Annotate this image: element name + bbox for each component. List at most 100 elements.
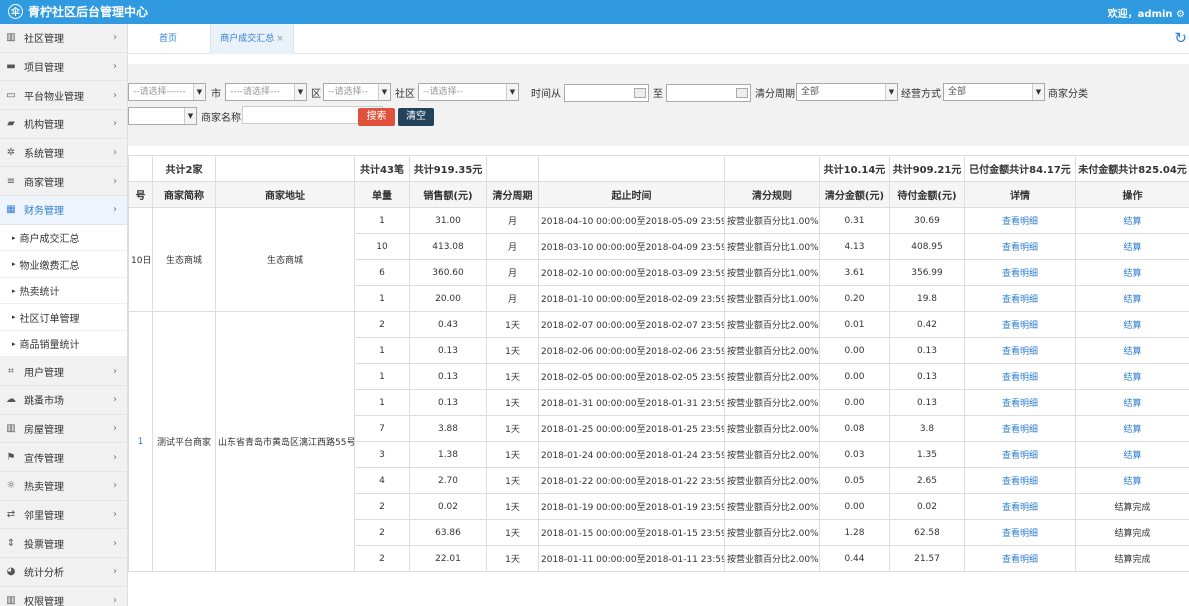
detail-link[interactable]: 查看明细 <box>964 441 1076 468</box>
detail-link[interactable]: 查看明细 <box>964 311 1076 338</box>
detail-link[interactable]: 查看明细 <box>964 233 1076 260</box>
filter-panel: --请选择------ ▼ 市 ----请选择--- ▼ 区 --请选择-- ▼ 社区… <box>128 64 1189 146</box>
chevron-right-icon: › <box>113 61 117 73</box>
chevron-right-icon: › <box>113 595 117 606</box>
calendar-icon[interactable] <box>634 88 646 98</box>
action-link[interactable]: 结算 <box>1075 415 1189 442</box>
order-count: 4 <box>354 467 410 494</box>
chevron-right-icon: › <box>113 566 117 578</box>
merchant-name: 生态商城 <box>152 207 216 312</box>
detail-link[interactable]: 查看明细 <box>964 363 1076 390</box>
sidebar-item[interactable]: ▥ 权限管理 › <box>0 587 127 606</box>
summary-cell <box>215 155 355 182</box>
pending-amount: 2.65 <box>889 467 965 494</box>
action-link[interactable]: 结算 <box>1075 467 1189 494</box>
sidebar-item[interactable]: ▥ 社区管理 › <box>0 24 127 53</box>
chevron-right-icon: › <box>113 394 117 406</box>
sidebar-item[interactable]: ☁ 跳蚤市场 › <box>0 386 127 415</box>
summary-cell <box>724 155 820 182</box>
action-link[interactable]: 结算 <box>1075 389 1189 416</box>
sidebar-item[interactable]: ⇕ 投票管理 › <box>0 529 127 559</box>
province-select[interactable]: --请选择------ ▼ <box>128 83 206 101</box>
date-range: 2018-01-10 00:00:00至2018-02-09 23:59:59 <box>538 285 725 312</box>
clear-rule: 按营业额百分比2.00% <box>724 467 820 494</box>
sidebar-subitem[interactable]: ▸ 热卖统计 <box>0 277 127 305</box>
clear-rule: 按营业额百分比1.00% <box>724 285 820 312</box>
sales-amount: 0.13 <box>409 363 487 390</box>
sidebar-subitem[interactable]: ▸ 商品销量统计 <box>0 330 127 358</box>
sidebar-subitem[interactable]: ▸ 社区订单管理 <box>0 304 127 331</box>
action-link[interactable]: 结算 <box>1075 259 1189 286</box>
action-link[interactable]: 结算 <box>1075 285 1189 312</box>
tab-current[interactable]: 商户成交汇总 × <box>210 24 294 54</box>
leaf-icon: 伞 <box>8 4 23 19</box>
detail-link[interactable]: 查看明细 <box>964 259 1076 286</box>
sidebar-item[interactable]: ⚑ 宣传管理 › <box>0 443 127 473</box>
sidebar-item[interactable]: ▭ 平台物业管理 › <box>0 81 127 111</box>
name-label: 商家名称 <box>201 113 241 124</box>
detail-link[interactable]: 查看明细 <box>964 545 1076 572</box>
detail-link[interactable]: 查看明细 <box>964 389 1076 416</box>
summary-clear: 共计10.14元 <box>819 155 890 182</box>
sidebar-item[interactable]: ☼ 热卖管理 › <box>0 472 127 501</box>
refresh-icon[interactable]: ↻ <box>1174 29 1187 47</box>
detail-link[interactable]: 查看明细 <box>964 285 1076 312</box>
cog-icon: ✲ <box>6 147 16 159</box>
clear-rule: 按营业额百分比2.00% <box>724 545 820 572</box>
order-count: 1 <box>354 389 410 416</box>
action-link[interactable]: 结算 <box>1075 363 1189 390</box>
action-link[interactable]: 结算 <box>1075 233 1189 260</box>
sidebar-item[interactable]: ▦ 财务管理 › <box>0 196 127 225</box>
close-icon[interactable]: × <box>276 34 284 44</box>
cycle-select[interactable]: 全部 ▼ <box>796 83 898 101</box>
sidebar-item[interactable]: ⌗ 用户管理 › <box>0 357 127 386</box>
sales-amount: 0.43 <box>409 311 487 338</box>
time-from-input[interactable] <box>564 84 649 102</box>
sidebar-item[interactable]: ▬ 项目管理 › <box>0 53 127 82</box>
chevron-down-icon: ▼ <box>506 84 518 100</box>
detail-link[interactable]: 查看明细 <box>964 493 1076 520</box>
tab-bar: 首页 商户成交汇总 × ↻ <box>128 24 1189 54</box>
district-placeholder: --请选择-- <box>328 87 368 97</box>
sidebar-subitem[interactable]: ▸ 商户成交汇总 <box>0 224 127 252</box>
action-link[interactable]: 结算 <box>1075 207 1189 234</box>
detail-link[interactable]: 查看明细 <box>964 519 1076 546</box>
sidebar-item-label: 社区管理 <box>24 34 64 46</box>
column-header: 清分金额(元) <box>819 181 890 208</box>
detail-link[interactable]: 查看明细 <box>964 415 1076 442</box>
calendar-icon[interactable] <box>736 88 748 98</box>
action-link[interactable]: 结算 <box>1075 337 1189 364</box>
sidebar-item[interactable]: ▰ 机构管理 › <box>0 110 127 139</box>
action-link[interactable]: 结算 <box>1075 441 1189 468</box>
community-select[interactable]: --请选择-- ▼ <box>418 83 519 101</box>
sidebar-subitem-label: 物业缴费汇总 <box>19 260 80 272</box>
category-select[interactable]: ▼ <box>128 107 197 125</box>
district-select[interactable]: --请选择-- ▼ <box>323 83 391 101</box>
time-to-input[interactable] <box>666 84 751 102</box>
sales-amount: 2.70 <box>409 467 487 494</box>
tab-home[interactable]: 首页 <box>128 24 208 54</box>
action-link[interactable]: 结算 <box>1075 311 1189 338</box>
clear-button[interactable]: 清空 <box>398 108 434 126</box>
clear-cycle: 1天 <box>486 493 539 520</box>
sidebar-item[interactable]: ✲ 系统管理 › <box>0 139 127 168</box>
sidebar-item[interactable]: ⇄ 邻里管理 › <box>0 501 127 530</box>
detail-link[interactable]: 查看明细 <box>964 207 1076 234</box>
sidebar-item[interactable]: ≡ 商家管理 › <box>0 167 127 197</box>
detail-link[interactable]: 查看明细 <box>964 337 1076 364</box>
sales-amount: 31.00 <box>409 207 487 234</box>
detail-link[interactable]: 查看明细 <box>964 467 1076 494</box>
mode-select[interactable]: 全部 ▼ <box>943 83 1045 101</box>
action-link: 结算完成 <box>1075 493 1189 520</box>
city-select[interactable]: ----请选择--- ▼ <box>225 83 307 101</box>
pending-amount: 30.69 <box>889 207 965 234</box>
sidebar-item[interactable]: ◕ 统计分析 › <box>0 558 127 587</box>
sidebar-item[interactable]: ▥ 房屋管理 › <box>0 415 127 444</box>
sidebar-subitem[interactable]: ▸ 物业缴费汇总 <box>0 251 127 278</box>
user-menu[interactable]: 欢迎，admin ⚙ <box>1108 5 1185 20</box>
pending-amount: 408.95 <box>889 233 965 260</box>
clear-amount: 0.08 <box>819 415 890 442</box>
top-bar: 伞 青柠社区后台管理中心 欢迎，admin ⚙ <box>0 0 1189 24</box>
sidebar-subitem-label: 社区订单管理 <box>19 313 80 325</box>
search-button[interactable]: 搜索 <box>358 108 395 126</box>
